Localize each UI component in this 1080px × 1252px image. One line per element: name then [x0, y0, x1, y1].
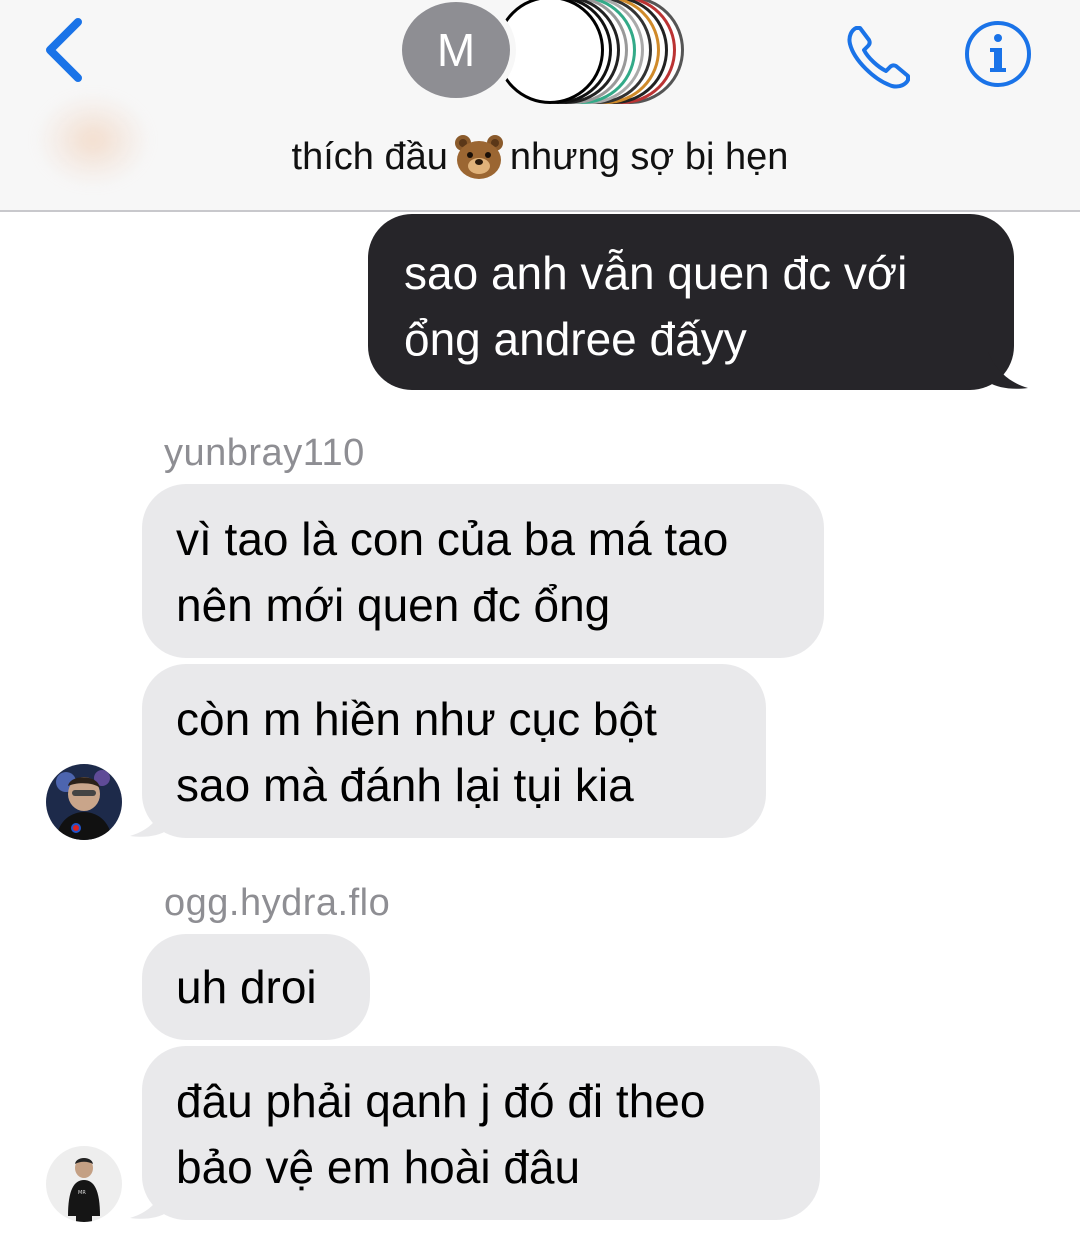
conversation-header: M thích đầu nhưng sợ bị hẹn — [0, 0, 1080, 212]
profile-photo — [46, 764, 122, 840]
group-avatar: M — [396, 0, 516, 104]
group-name-part1: thích đầu — [291, 135, 448, 178]
phone-icon — [847, 26, 910, 89]
info-button[interactable] — [962, 18, 1034, 90]
message-bubble-outgoing[interactable]: sao anh vẫn quen đc với ổng andree đấyy — [368, 214, 1014, 390]
message-bubble-incoming[interactable]: uh droi — [142, 934, 370, 1040]
info-icon — [965, 21, 1031, 87]
bubble-tail — [130, 1182, 168, 1219]
chevron-left-icon — [46, 18, 82, 82]
sender-name: ogg.hydra.flo — [164, 882, 391, 924]
bubble-tail — [130, 800, 168, 837]
bubble-tail — [988, 352, 1028, 389]
imessage-conversation: M thích đầu nhưng sợ bị hẹn sao anh vẫn … — [0, 0, 1080, 1252]
sender-name: yunbray110 — [164, 432, 365, 474]
group-avatar-stack[interactable]: M — [396, 0, 696, 104]
bear-face-icon — [454, 135, 503, 179]
message-bubble-incoming[interactable]: đâu phải qanh j đó đi theo bảo vệ em hoà… — [142, 1046, 820, 1220]
profile-photo: MR — [46, 1146, 122, 1222]
sender-avatar[interactable] — [46, 764, 122, 840]
sender-avatar[interactable]: MR — [46, 1146, 122, 1222]
svg-text:MR: MR — [78, 1190, 86, 1196]
call-button[interactable] — [842, 18, 918, 94]
group-avatar-initial: M — [436, 24, 476, 76]
group-name[interactable]: thích đầu nhưng sợ bị hẹn — [0, 134, 1080, 180]
message-bubble-incoming[interactable]: vì tao là con của ba má tao nên mới quen… — [142, 484, 824, 658]
message-bubble-incoming[interactable]: còn m hiền như cục bột sao mà đánh lại t… — [142, 664, 766, 838]
back-button[interactable] — [38, 12, 98, 88]
group-name-part2: nhưng sợ bị hẹn — [509, 135, 789, 178]
